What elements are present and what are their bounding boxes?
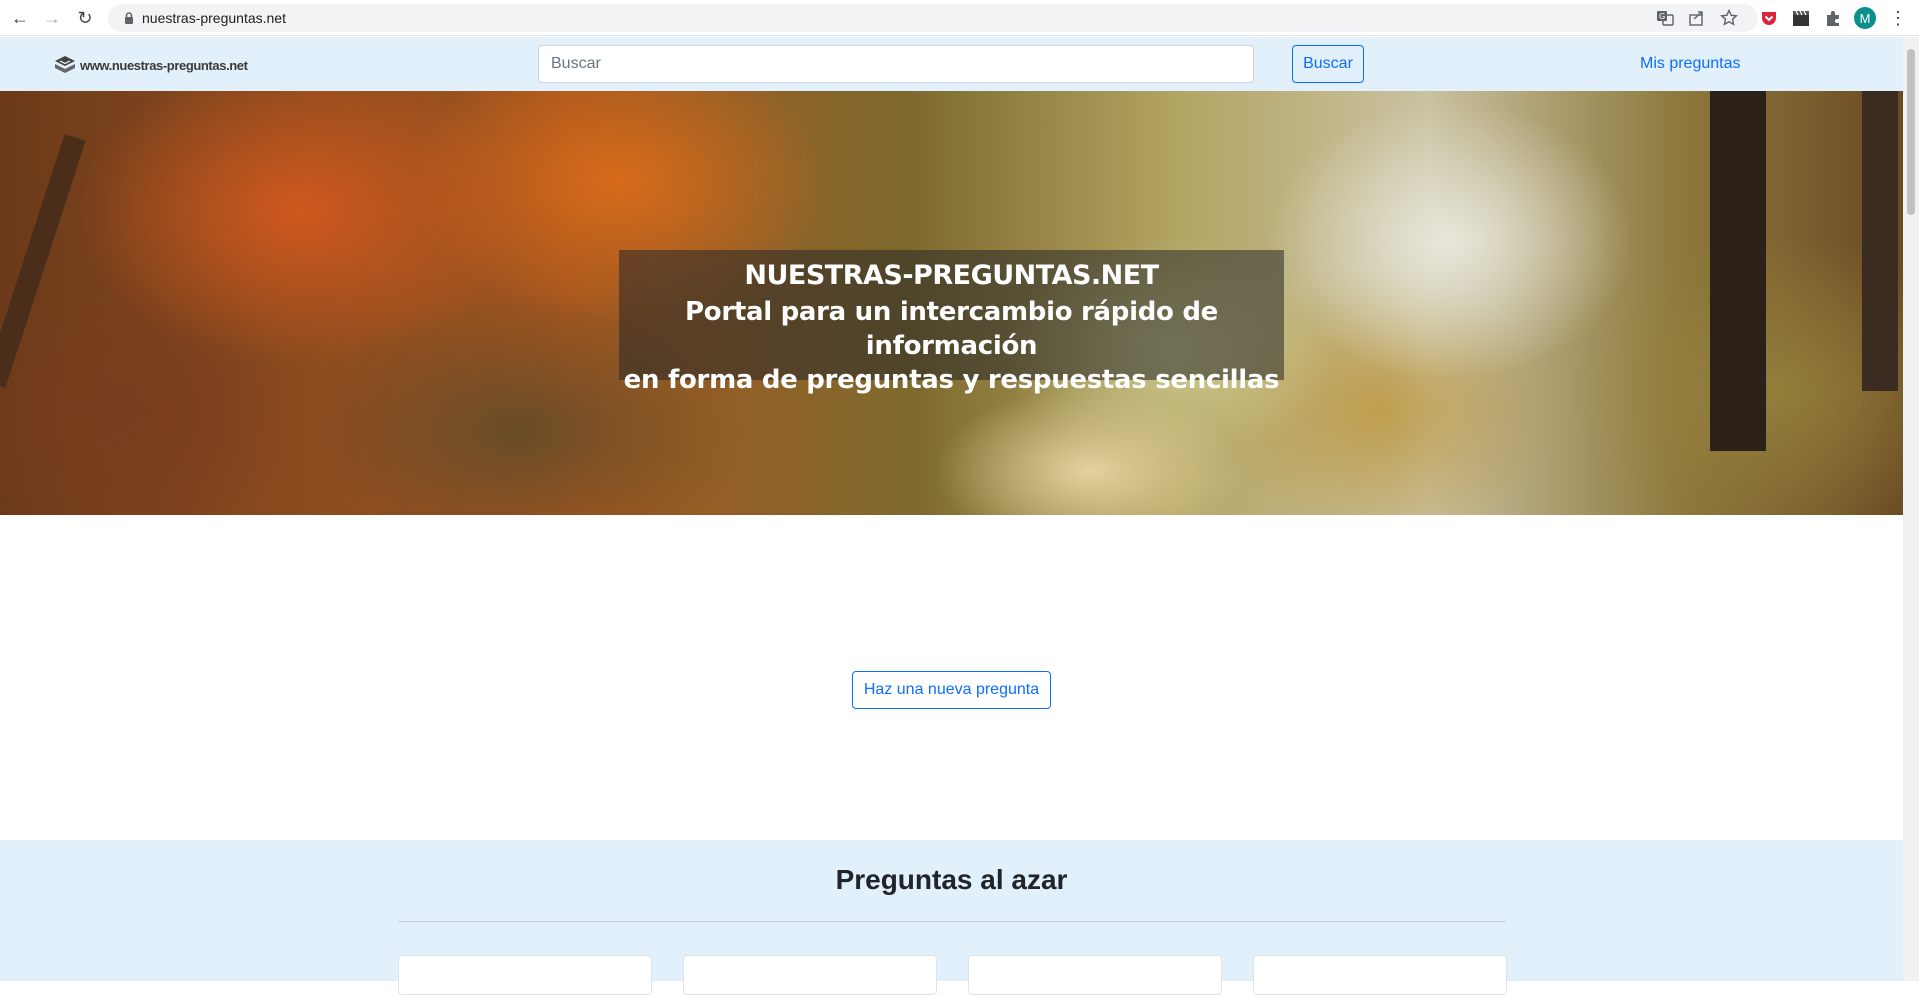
extensions-puzzle-icon[interactable]	[1823, 8, 1843, 28]
question-card[interactable]	[683, 955, 937, 995]
question-card[interactable]	[968, 955, 1222, 995]
chrome-menu-icon[interactable]: ⋮	[1886, 6, 1910, 30]
my-questions-link[interactable]: Mis preguntas	[1640, 55, 1741, 73]
forward-icon[interactable]: →	[40, 6, 64, 30]
site-logo[interactable]: www.nuestras-preguntas.net	[54, 55, 248, 75]
section-divider	[398, 921, 1506, 922]
search-input[interactable]	[538, 45, 1254, 83]
svg-text:G: G	[1659, 12, 1665, 21]
hero-text-box: NUESTRAS-PREGUNTAS.NET Portal para un in…	[619, 250, 1284, 395]
hero-banner: NUESTRAS-PREGUNTAS.NET Portal para un in…	[0, 91, 1903, 515]
lock-icon[interactable]	[122, 11, 136, 25]
address-bar[interactable]: nuestras-preguntas.net	[108, 4, 1758, 32]
search-button[interactable]: Buscar	[1292, 45, 1364, 83]
tree-trunk	[0, 133, 86, 389]
logo-text[interactable]: www.nuestras-preguntas.net	[80, 58, 248, 73]
hero-subtitle-line1: Portal para un intercambio rápido de inf…	[685, 297, 1218, 361]
share-icon[interactable]	[1688, 9, 1706, 27]
random-questions-section: Preguntas al azar	[0, 840, 1903, 995]
translate-icon[interactable]: G	[1656, 9, 1674, 27]
hero-subtitle-line2: en forma de preguntas y respuestas senci…	[623, 365, 1280, 395]
url-text[interactable]: nuestras-preguntas.net	[142, 10, 286, 26]
profile-avatar[interactable]: M	[1854, 7, 1876, 29]
logo-icon	[55, 56, 75, 73]
pocket-extension-icon[interactable]	[1759, 8, 1779, 28]
hero-title: NUESTRAS-PREGUNTAS.NET	[744, 260, 1159, 291]
clapperboard-extension-icon[interactable]	[1791, 8, 1811, 28]
reload-icon[interactable]: ↻	[73, 6, 97, 30]
site-header: www.nuestras-preguntas.net Buscar Mis pr…	[0, 37, 1903, 91]
browser-toolbar: ← → ↻ nuestras-preguntas.net G M ⋮	[0, 0, 1919, 36]
bookmark-star-icon[interactable]	[1720, 9, 1738, 27]
new-question-button[interactable]: Haz una nueva pregunta	[852, 671, 1051, 709]
page-scrollbar[interactable]	[1903, 37, 1919, 981]
random-questions-title: Preguntas al azar	[835, 864, 1068, 895]
tree-trunk	[1710, 91, 1766, 451]
tree-trunk	[1862, 91, 1898, 391]
question-card[interactable]	[398, 955, 652, 995]
scrollbar-thumb[interactable]	[1907, 49, 1915, 215]
back-icon[interactable]: ←	[8, 6, 32, 30]
question-card[interactable]	[1253, 955, 1507, 995]
